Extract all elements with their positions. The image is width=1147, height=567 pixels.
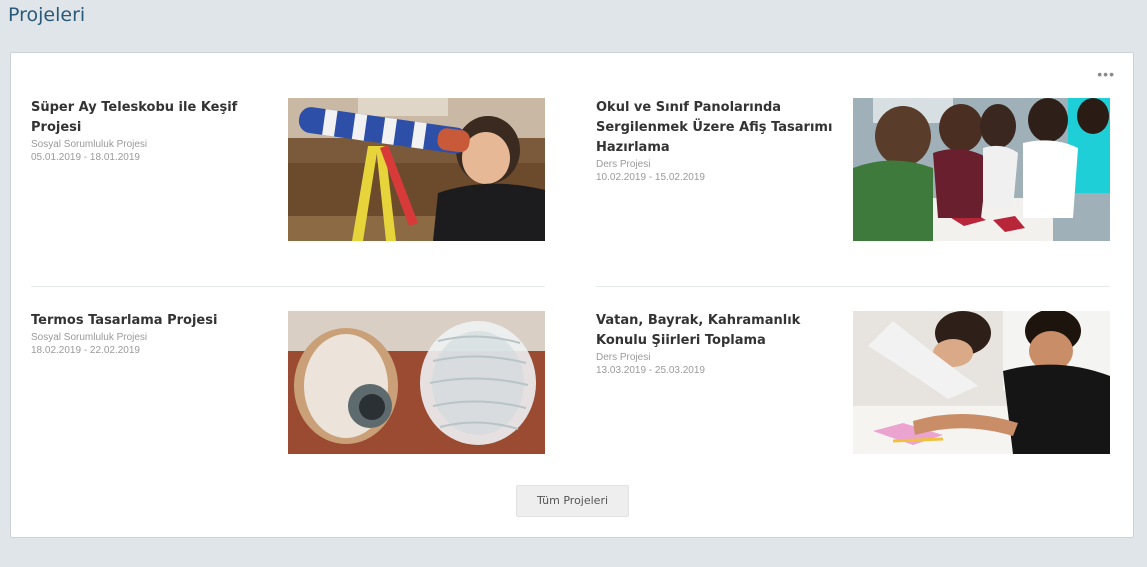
project-info: Termos Tasarlama Projesi Sosyal Sorumlul… (31, 311, 271, 357)
projects-card: ••• Süper Ay Teleskobu ile Keşif Projesi… (10, 52, 1134, 538)
projects-page: Projeleri ••• Süper Ay Teleskobu ile Keş… (0, 0, 1147, 567)
project-dates: 10.02.2019 - 15.02.2019 (596, 172, 705, 183)
project-item[interactable]: Okul ve Sınıf Panolarında Sergilenmek Üz… (596, 98, 1110, 241)
project-item[interactable]: Süper Ay Teleskobu ile Keşif Projesi Sos… (31, 98, 545, 241)
project-info: Okul ve Sınıf Panolarında Sergilenmek Üz… (596, 98, 836, 184)
telescope-photo (288, 98, 545, 241)
project-title[interactable]: Süper Ay Teleskobu ile Keşif Projesi (31, 98, 271, 138)
project-type: Ders Projesi (596, 352, 651, 363)
section-title: Projeleri (8, 4, 86, 26)
more-options-icon[interactable]: ••• (1097, 67, 1115, 81)
project-title[interactable]: Termos Tasarlama Projesi (31, 311, 271, 331)
project-thumbnail[interactable] (853, 98, 1110, 241)
project-thumbnail[interactable] (288, 311, 545, 454)
project-type: Sosyal Sorumluluk Projesi (31, 332, 148, 343)
project-title[interactable]: Vatan, Bayrak, Kahramanlık Konulu Şiirle… (596, 311, 836, 351)
project-type: Sosyal Sorumluluk Projesi (31, 139, 148, 150)
project-type: Ders Projesi (596, 159, 651, 170)
project-dates: 05.01.2019 - 18.01.2019 (31, 152, 140, 163)
project-info: Süper Ay Teleskobu ile Keşif Projesi Sos… (31, 98, 271, 164)
project-dates: 18.02.2019 - 22.02.2019 (31, 345, 140, 356)
project-item[interactable]: Vatan, Bayrak, Kahramanlık Konulu Şiirle… (596, 311, 1110, 454)
project-info: Vatan, Bayrak, Kahramanlık Konulu Şiirle… (596, 311, 836, 377)
thermos-photo (288, 311, 545, 454)
project-dates: 13.03.2019 - 25.03.2019 (596, 365, 705, 376)
project-item[interactable]: Termos Tasarlama Projesi Sosyal Sorumlul… (31, 311, 545, 454)
all-projects-button[interactable]: Tüm Projeleri (516, 485, 629, 517)
project-title[interactable]: Okul ve Sınıf Panolarında Sergilenmek Üz… (596, 98, 836, 158)
divider (31, 286, 545, 287)
project-thumbnail[interactable] (288, 98, 545, 241)
students-writing-photo (853, 311, 1110, 454)
students-poster-photo (853, 98, 1110, 241)
divider (596, 286, 1110, 287)
project-thumbnail[interactable] (853, 311, 1110, 454)
